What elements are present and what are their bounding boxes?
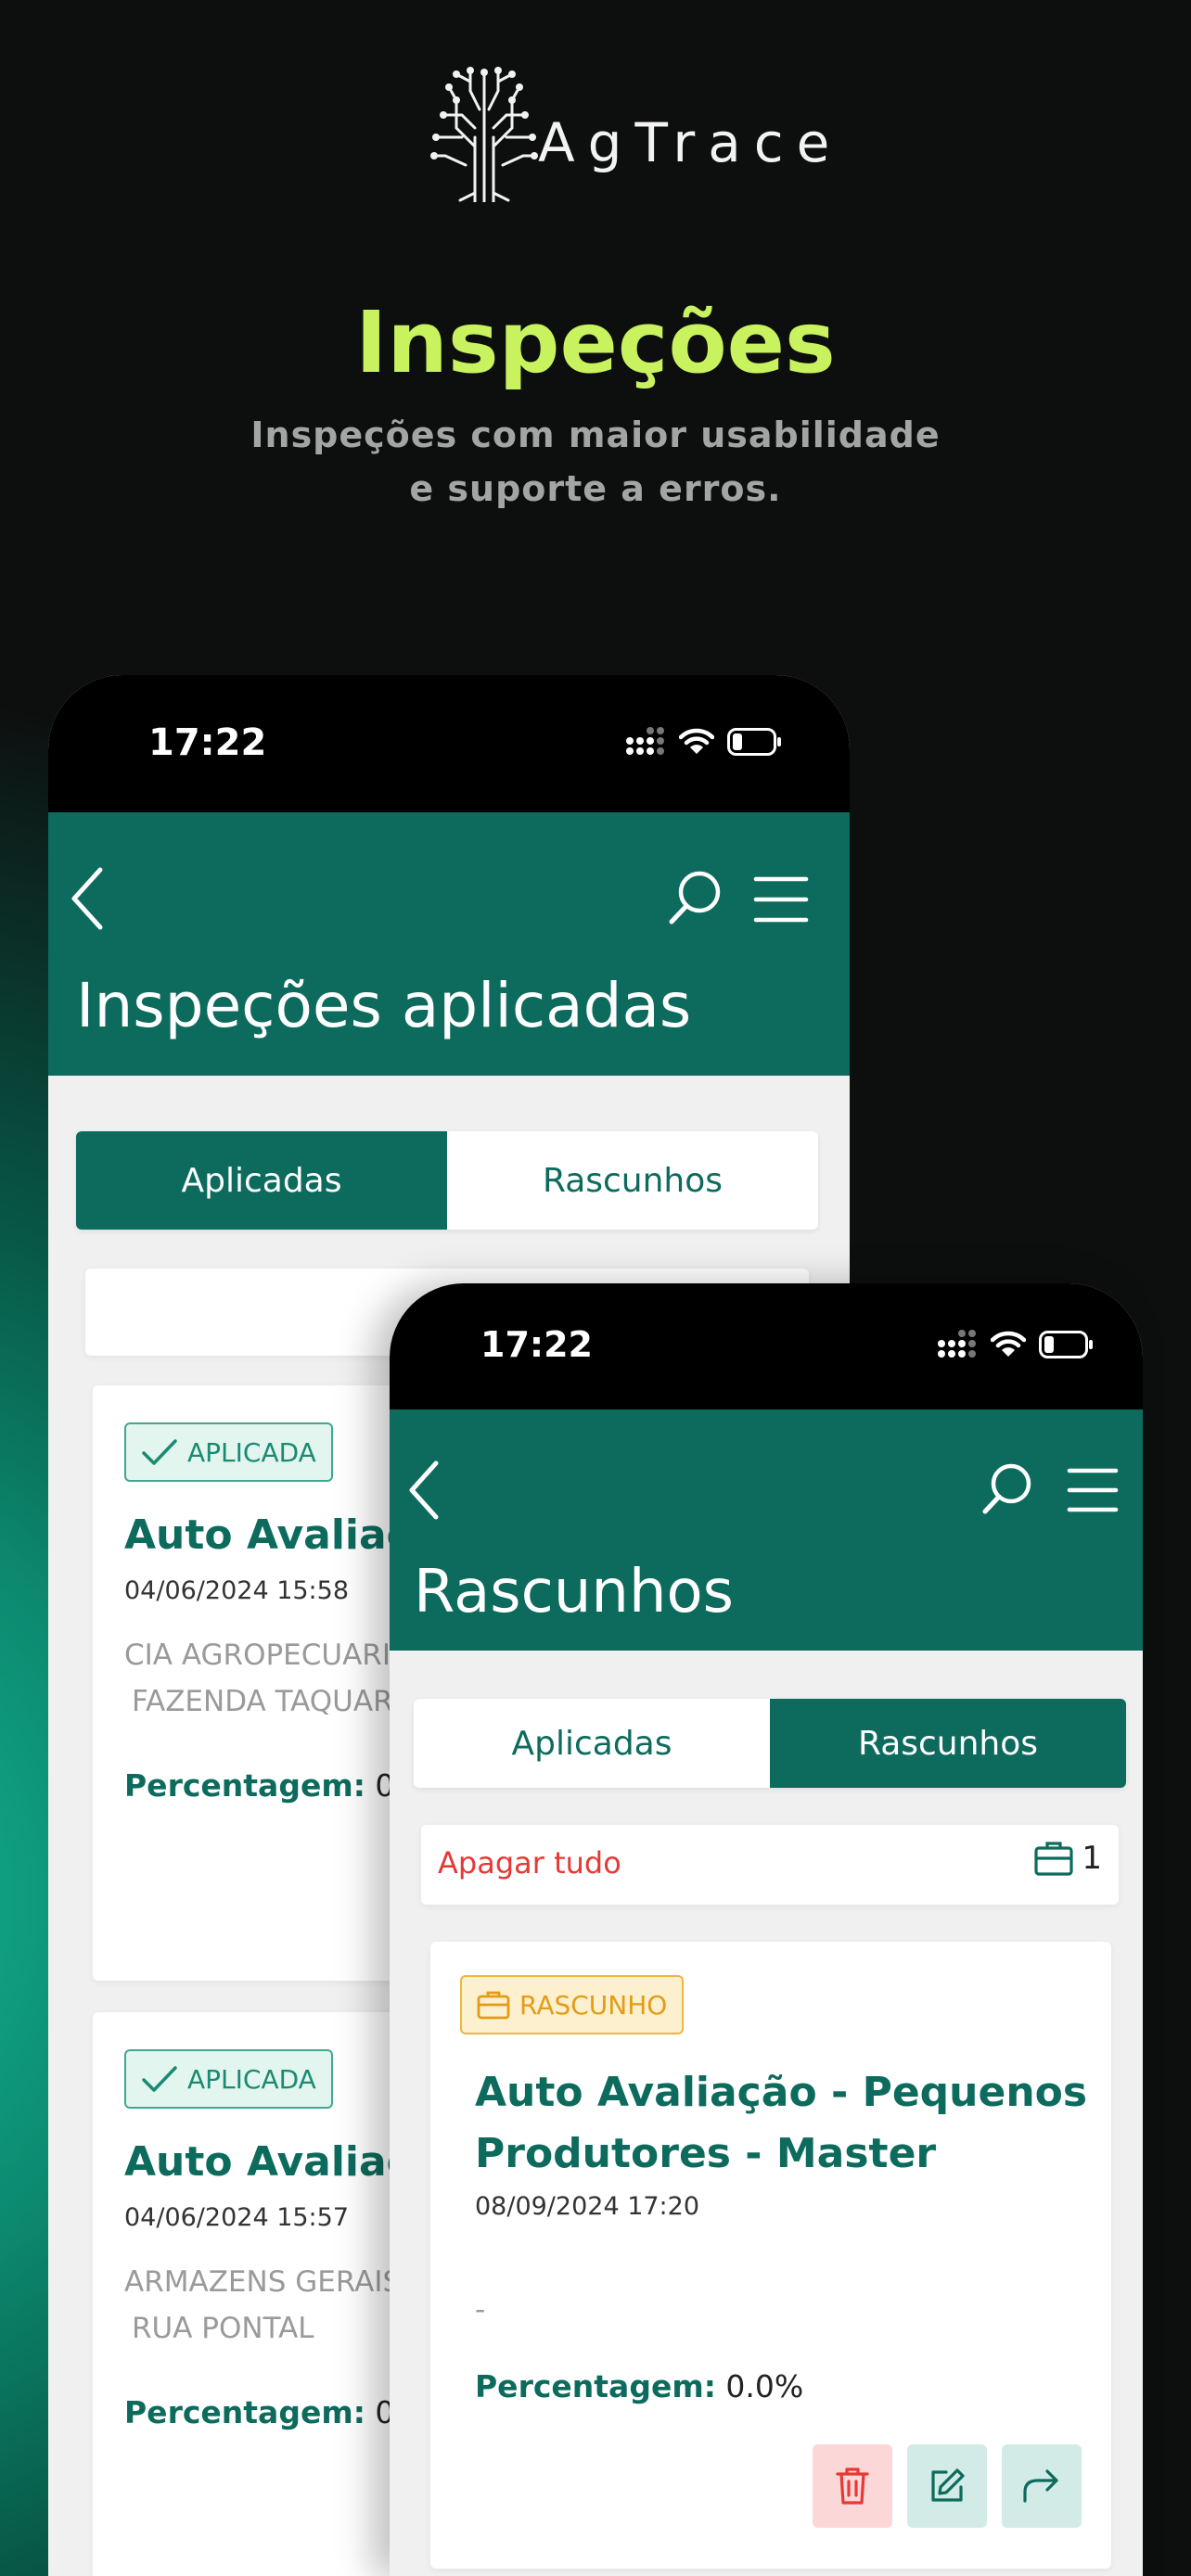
draft-count: 1: [1033, 1840, 1102, 1877]
percentage-value: 0.0%: [725, 2368, 804, 2404]
tab-rascunhos[interactable]: Rascunhos: [770, 1699, 1126, 1788]
tab-aplicadas[interactable]: Aplicadas: [414, 1699, 770, 1788]
card-address: ARMAZENS GERAIS RUA PONTAL: [124, 2259, 401, 2352]
card-date: 08/09/2024 17:20: [475, 2192, 700, 2221]
clear-all-button[interactable]: Apagar tudo: [438, 1845, 621, 1881]
draft-count-value: 1: [1082, 1840, 1102, 1877]
check-icon: [142, 1439, 177, 1465]
status-badge-label: RASCUNHO: [519, 1989, 668, 2021]
brand-logo: AgTrace: [429, 54, 829, 202]
card-address-line2: RUA PONTAL: [132, 2312, 314, 2345]
battery-icon: [727, 728, 781, 756]
briefcase-icon: [1034, 1842, 1073, 1876]
page-title: Rascunhos: [414, 1558, 734, 1626]
card-title: Auto Avaliação - Pequenos Produtores - M…: [475, 2062, 1087, 2185]
briefcase-icon: [477, 1991, 510, 2020]
tab-bar: Aplicadas Rascunhos: [76, 1131, 818, 1230]
wifi-icon: [679, 728, 714, 754]
card-address-line1: ARMAZENS GERAIS: [124, 2265, 402, 2299]
hero-subtitle-line2: e suporte a erros.: [409, 468, 782, 509]
search-button[interactable]: [981, 1461, 1033, 1519]
card-date: 04/06/2024 15:57: [124, 2203, 350, 2232]
page-title: Inspeções aplicadas: [76, 970, 692, 1041]
status-icons: [625, 727, 783, 757]
search-icon: [669, 871, 721, 925]
drafts-toolbar: Apagar tudo 1: [421, 1825, 1119, 1905]
search-button[interactable]: [668, 868, 724, 929]
status-bar: 17:22: [48, 675, 850, 812]
brand-name: AgTrace: [538, 111, 843, 174]
chevron-left-icon: [71, 867, 103, 930]
hamburger-menu-icon: [1067, 1468, 1119, 1512]
percentage-label: Percentagem:: [475, 2368, 716, 2404]
tab-aplicadas[interactable]: Aplicadas: [76, 1131, 447, 1230]
hero-subtitle: Inspeções com maior usabilidade e suport…: [0, 408, 1191, 516]
draft-card[interactable]: RASCUNHO Auto Avaliação - Pequenos Produ…: [430, 1942, 1111, 2569]
status-bar: 17:22: [390, 1283, 1143, 1409]
signal-icon: [938, 1330, 976, 1358]
percentage-label: Percentagem:: [124, 2394, 365, 2430]
hero-title: Inspeções: [355, 293, 836, 392]
status-badge-label: APLICADA: [187, 2063, 316, 2095]
circuit-tree-icon: [430, 67, 538, 202]
battery-icon: [1039, 1331, 1093, 1358]
tab-bar: Aplicadas Rascunhos: [414, 1699, 1126, 1788]
phone-drafts: 17:22 Rascunhos Aplicadas Rascunhos Apag…: [390, 1283, 1143, 2576]
wifi-icon: [991, 1331, 1026, 1357]
back-button[interactable]: [69, 866, 106, 935]
status-badge: RASCUNHO: [460, 1975, 685, 2034]
menu-button[interactable]: [753, 875, 809, 927]
card-date: 04/06/2024 15:58: [124, 1576, 350, 1605]
search-icon: [982, 1463, 1031, 1514]
hero-subtitle-line1: Inspeções com maior usabilidade: [250, 414, 941, 455]
delete-button[interactable]: [813, 2444, 892, 2528]
app-bar: Inspeções aplicadas: [48, 812, 850, 1076]
status-icons: [937, 1330, 1095, 1359]
back-button[interactable]: [406, 1460, 442, 1524]
status-badge: APLICADA: [124, 1422, 333, 1482]
card-title-line2: Produtores - Master: [475, 2130, 937, 2177]
percentage-label: Percentagem:: [124, 1767, 365, 1804]
chevron-left-icon: [409, 1460, 439, 1520]
status-time: 17:22: [148, 721, 267, 764]
trash-icon: [836, 2468, 869, 2505]
card-percentage: Percentagem: 0.0%: [475, 2368, 803, 2404]
tab-rascunhos[interactable]: Rascunhos: [447, 1131, 818, 1230]
status-time: 17:22: [480, 1324, 593, 1365]
edit-button[interactable]: [907, 2444, 987, 2528]
status-badge-label: APLICADA: [187, 1436, 316, 1468]
app-bar: Rascunhos: [390, 1409, 1143, 1651]
edit-icon: [931, 2468, 965, 2502]
check-icon: [142, 2066, 177, 2092]
status-badge: APLICADA: [124, 2049, 333, 2109]
share-arrow-icon: [1023, 2469, 1058, 2503]
card-title-line1: Auto Avaliação - Pequenos: [475, 2069, 1088, 2116]
menu-button[interactable]: [1067, 1467, 1119, 1517]
signal-icon: [626, 727, 664, 755]
share-button[interactable]: [1002, 2444, 1082, 2528]
card-address: -: [475, 2293, 486, 2327]
hamburger-menu-icon: [753, 876, 809, 923]
